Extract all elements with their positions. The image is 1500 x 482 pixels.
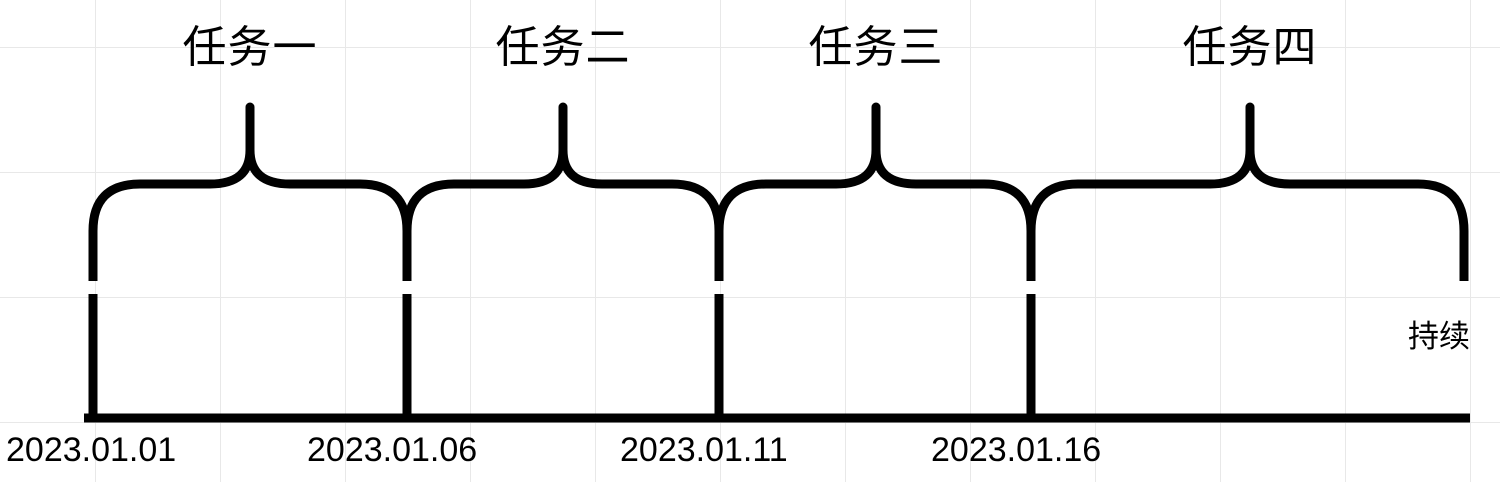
date-label-3: 2023.01.11 (620, 431, 788, 469)
date-label-2: 2023.01.06 (307, 431, 478, 469)
task-label-2: 任务二 (495, 22, 631, 73)
brace-task-4 (1026, 102, 1469, 281)
date-label-4: 2023.01.16 (931, 431, 1102, 469)
task-label-4: 任务四 (1182, 22, 1318, 73)
task-label-1: 任务一 (182, 22, 318, 73)
brace-task-2 (402, 102, 724, 281)
brace-task-1 (88, 102, 412, 281)
brace-task-3 (714, 102, 1036, 281)
task-label-3: 任务三 (808, 22, 944, 73)
ongoing-label: 持续 (1408, 319, 1470, 355)
timeline-canvas: 任务一 任务二 任务三 任务四 2023.01.01 2023.01.06 20… (0, 0, 1500, 482)
date-label-1: 2023.01.01 (6, 431, 177, 469)
